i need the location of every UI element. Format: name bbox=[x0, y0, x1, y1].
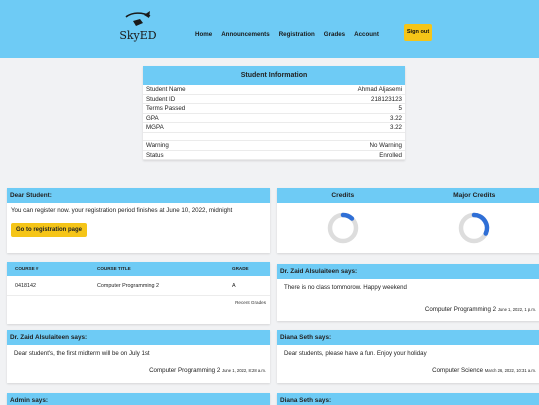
info-label: GPA bbox=[146, 114, 159, 122]
nav-grades[interactable]: Grades bbox=[324, 31, 345, 38]
sign-out-button[interactable]: Sign out bbox=[404, 24, 432, 41]
registration-notice-title: Dear Student: bbox=[7, 188, 270, 203]
announcement-course: Computer Programming 2 bbox=[424, 306, 497, 313]
announcement-author: Dr. Zaid Alsulaiteen says: bbox=[7, 330, 270, 345]
info-value: No Warning bbox=[369, 141, 402, 149]
major-credits-progress-ring bbox=[459, 212, 490, 244]
student-info-card: Student Information Student Name Ahmad A… bbox=[143, 66, 405, 161]
info-label: Student ID bbox=[146, 95, 176, 103]
table-row: 0418142 Computer Programming 2 A bbox=[7, 276, 270, 296]
announcement-date: June 1, 2022, 8:28 a.m. bbox=[222, 368, 266, 373]
info-label: MGPA bbox=[146, 124, 164, 132]
col-course-number: COURSE # bbox=[15, 266, 39, 271]
course-number-cell: 0418142 bbox=[15, 283, 36, 289]
announcement-card: Diana Seth says: Dear students, please h… bbox=[277, 330, 539, 383]
info-row-gpa: GPA 3.22 bbox=[143, 114, 405, 124]
announcement-message: Dear students, please have a fun. Enjoy … bbox=[284, 350, 427, 357]
progress-ring-fill bbox=[340, 212, 354, 221]
announcement-footer: Computer Science March 26, 2022, 10:31 a… bbox=[277, 362, 539, 376]
credits-label: Credits bbox=[331, 192, 355, 199]
top-header: SkyED Home Announcements Registration Gr… bbox=[0, 0, 539, 58]
info-label: Student Name bbox=[146, 86, 186, 93]
nav-account[interactable]: Account bbox=[354, 31, 379, 38]
registration-page-button[interactable]: Go to registration page bbox=[11, 223, 88, 237]
registration-notice-message: You can register now. your registration … bbox=[11, 207, 233, 214]
announcement-footer: Computer Programming 2 June 1, 2022, 8:2… bbox=[7, 362, 270, 376]
announcement-card: Admin says: bbox=[7, 393, 270, 405]
nav-registration[interactable]: Registration bbox=[279, 31, 315, 38]
info-row-name: Student Name Ahmad Aljasemi bbox=[143, 85, 405, 95]
announcement-author: Diana Seth says: bbox=[277, 393, 539, 405]
announcement-card: Dr. Zaid Alsulaiteen says: Dear student'… bbox=[7, 330, 270, 383]
registration-notice-card: Dear Student: You can register now. your… bbox=[7, 188, 270, 253]
announcement-course: Computer Science bbox=[432, 367, 484, 374]
announcement-author: Admin says: bbox=[7, 393, 270, 405]
grades-table-header: COURSE # COURSE TITLE GRADE bbox=[7, 262, 270, 276]
info-label: Warning bbox=[146, 141, 169, 149]
nav-announcements[interactable]: Announcements bbox=[221, 31, 269, 38]
recent-grades-link[interactable]: Recent Grades bbox=[7, 296, 270, 309]
info-value: 3.22 bbox=[389, 124, 402, 132]
col-grade: GRADE bbox=[232, 266, 249, 271]
announcement-author: Diana Seth says: bbox=[277, 330, 539, 345]
student-info-title: Student Information bbox=[143, 66, 405, 85]
info-row-terms: Terms Passed 5 bbox=[143, 104, 405, 114]
divider bbox=[143, 133, 405, 141]
info-row-warning: Warning No Warning bbox=[143, 141, 405, 151]
info-value: 5 bbox=[398, 105, 402, 113]
col-course-title: COURSE TITLE bbox=[97, 266, 131, 271]
announcement-date: June 1, 2022, 1 p.m. bbox=[497, 307, 536, 312]
info-row-mgpa: MGPA 3.22 bbox=[143, 123, 405, 133]
logo[interactable]: SkyED bbox=[116, 10, 160, 42]
announcement-message: There is no class tommorow. Happy weeken… bbox=[284, 284, 407, 291]
info-row-id: Student ID 218123123 bbox=[143, 95, 405, 105]
info-label: Status bbox=[146, 151, 164, 159]
credits-progress-ring bbox=[327, 212, 358, 244]
announcement-date: March 26, 2022, 10:31 a.m. bbox=[484, 368, 536, 373]
info-value: 3.22 bbox=[389, 114, 402, 122]
announcement-course: Computer Programming 2 bbox=[149, 367, 221, 374]
announcement-footer: Computer Programming 2 June 1, 2022, 1 p… bbox=[277, 296, 539, 315]
main-nav: Home Announcements Registration Grades A… bbox=[195, 31, 379, 38]
recent-grades-card: COURSE # COURSE TITLE GRADE 0418142 Comp… bbox=[7, 262, 270, 324]
announcement-message: Dear student's, the first midterm will b… bbox=[14, 350, 150, 357]
announcement-card: Dr. Zaid Alsulaiteen says: There is no c… bbox=[277, 264, 539, 321]
course-title-cell: Computer Programming 2 bbox=[97, 283, 160, 289]
nav-home[interactable]: Home bbox=[195, 31, 212, 38]
info-value: 218123123 bbox=[371, 95, 402, 103]
info-label: Terms Passed bbox=[146, 105, 186, 113]
announcement-author: Dr. Zaid Alsulaiteen says: bbox=[277, 264, 539, 279]
info-value: Ahmad Aljasemi bbox=[357, 86, 402, 93]
grade-cell: A bbox=[232, 283, 236, 289]
graduation-cap-icon bbox=[125, 11, 151, 26]
announcement-card: Diana Seth says: bbox=[277, 393, 539, 405]
progress-ring-fill bbox=[472, 212, 490, 236]
credits-card: Credits Major Credits bbox=[277, 188, 539, 253]
logo-text: SkyED bbox=[119, 29, 157, 42]
info-value: Enrolled bbox=[379, 151, 402, 159]
info-row-status: Status Enrolled bbox=[143, 151, 405, 161]
major-credits-label: Major Credits bbox=[453, 192, 496, 199]
